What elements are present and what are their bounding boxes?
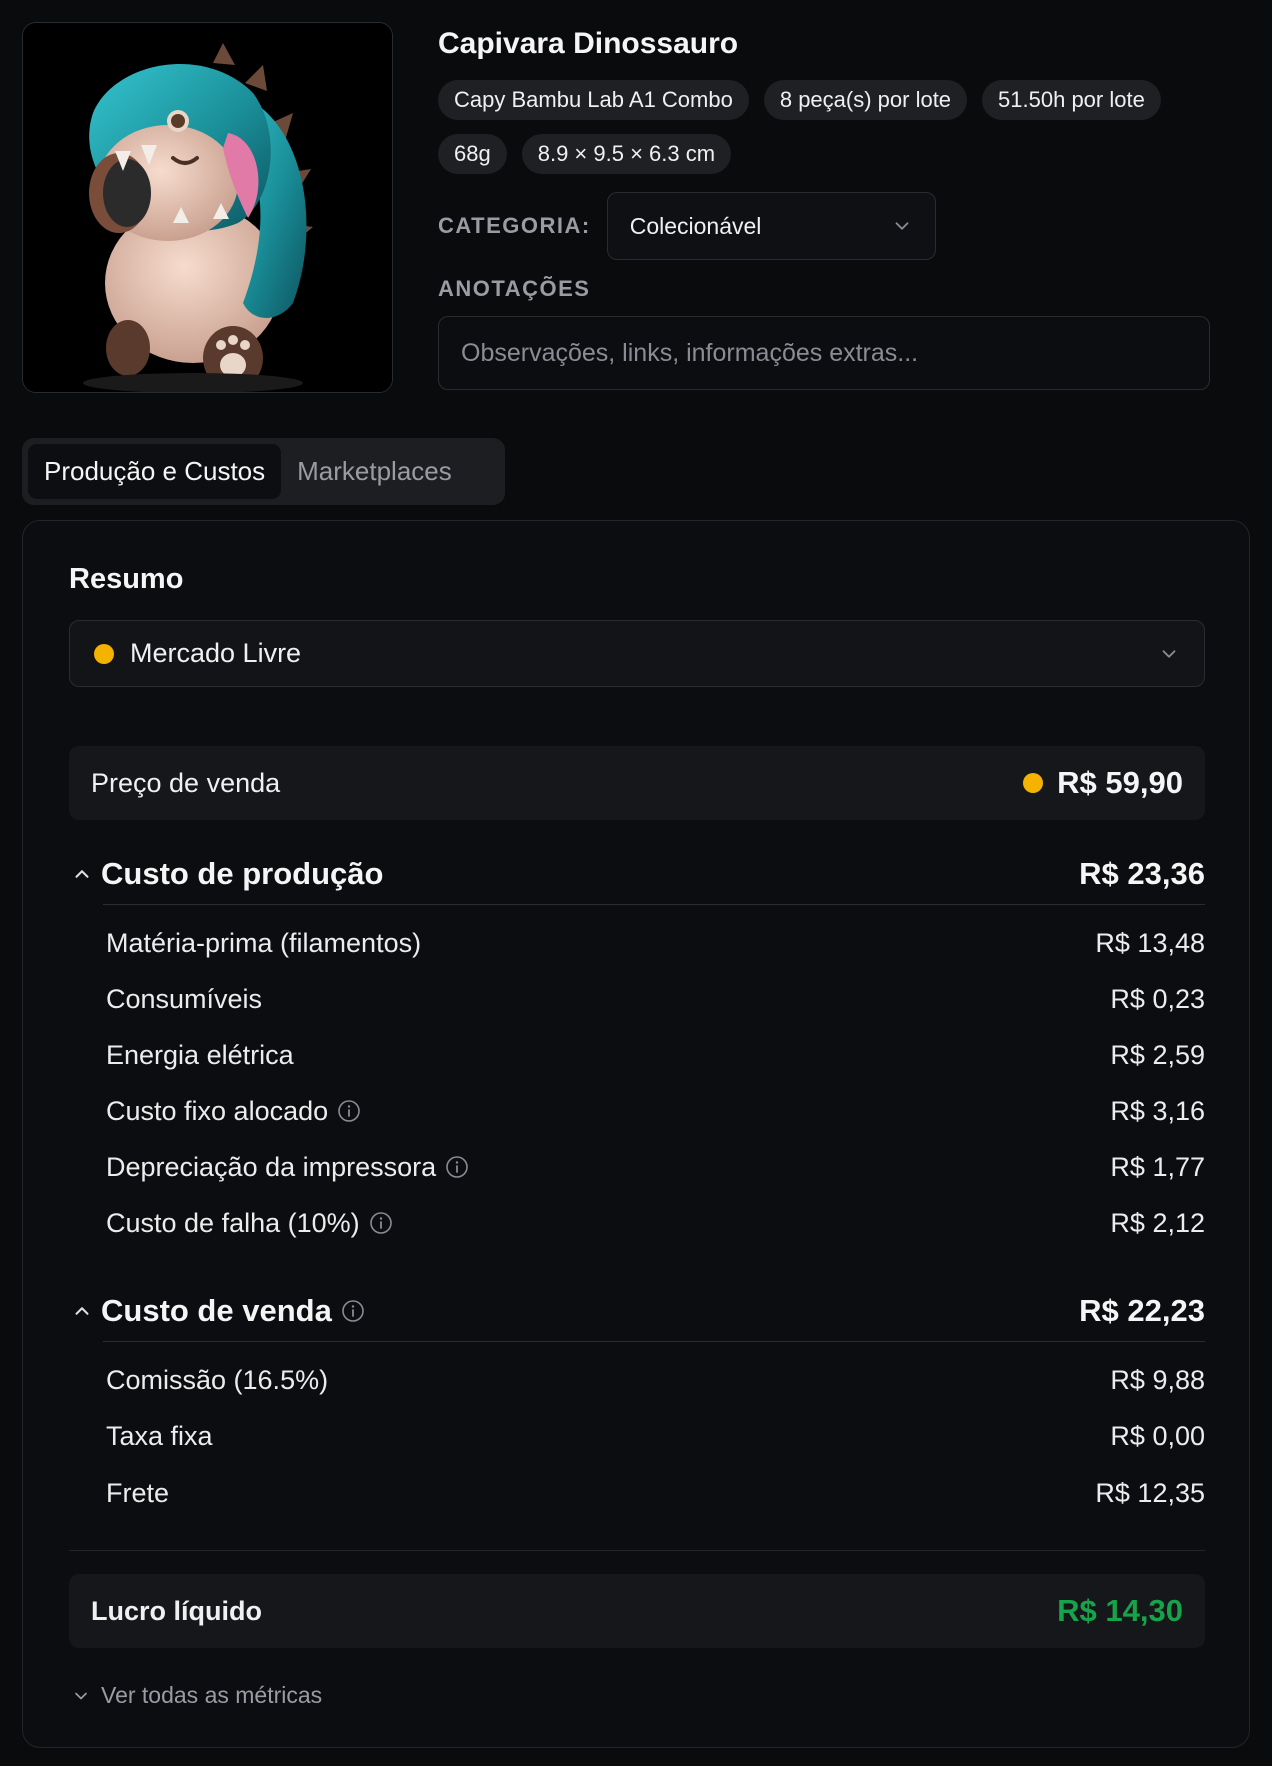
cost-row-shipping: Frete R$ 12,35 [106,1471,1205,1515]
info-icon[interactable] [369,1211,393,1235]
chevron-up-icon[interactable] [71,1300,93,1322]
net-profit-box: Lucro líquido R$ 14,30 [69,1574,1205,1648]
divider [69,1550,1205,1551]
tab-marketplaces[interactable]: Marketplaces [281,444,468,499]
cost-row-raw-material: Matéria-prima (filamentos) R$ 13,48 [106,921,1205,965]
pieces-per-batch-chip: 8 peça(s) por lote [763,80,968,120]
cost-row-label: Custo fixo alocado [106,1095,329,1126]
cost-row-consumables: Consumíveis R$ 0,23 [106,977,1205,1021]
cost-row-value: R$ 12,35 [1095,1477,1205,1508]
category-row: CATEGORIA: Colecionável [438,192,1210,260]
cost-row-commission: Comissão (16.5%) R$ 9,88 [106,1358,1205,1402]
cost-row-label: Matéria-prima (filamentos) [106,927,422,958]
cost-row-value: R$ 2,12 [1110,1207,1205,1238]
cost-row-label: Energia elétrica [106,1039,294,1070]
chevron-down-icon [895,222,909,230]
notes-input[interactable] [438,316,1210,390]
section-divider [103,1341,1205,1342]
summary-card: Resumo Mercado Livre Preço de venda R$ 5… [22,520,1250,1748]
view-all-metrics-label: Ver todas as métricas [101,1682,323,1708]
cost-row-fixed-fee: Taxa fixa R$ 0,00 [106,1414,1205,1458]
production-cost-total: R$ 23,36 [1079,856,1205,891]
net-profit-label: Lucro líquido [91,1595,262,1626]
product-title: Capivara Dinossauro [438,27,739,60]
info-icon[interactable] [337,1099,361,1123]
marketplace-color-dot [94,643,114,664]
tab-production-costs[interactable]: Produção e Custos [28,444,282,499]
product-info: Capivara Dinossauro Capy Bambu Lab A1 Co… [438,22,1210,390]
production-cost-header[interactable]: Custo de produção R$ 23,36 [69,851,1205,897]
tab-bar: Produção e Custos Marketplaces [22,438,505,505]
cost-row-failure: Custo de falha (10%) R$ 2,12 [106,1201,1205,1245]
notes-label: ANOTAÇÕES [438,276,591,301]
cost-row-value: R$ 1,77 [1110,1151,1205,1182]
cost-row-value: R$ 2,59 [1110,1039,1205,1070]
capybara-dino-figure [23,23,392,392]
chevron-down-icon [1162,649,1176,658]
sale-cost-total: R$ 22,23 [1079,1293,1205,1328]
chevron-up-icon[interactable] [71,863,93,885]
cost-row-label: Custo de falha (10%) [106,1207,360,1238]
sale-price-box: Preço de venda R$ 59,90 [69,746,1205,820]
sale-price-value: R$ 59,90 [1057,765,1183,800]
cost-row-depreciation: Depreciação da impressora R$ 1,77 [106,1145,1205,1189]
weight-chip: 68g [438,134,507,174]
category-select[interactable]: Colecionável [606,192,936,260]
cost-row-value: R$ 0,23 [1110,983,1205,1014]
cost-row-energy: Energia elétrica R$ 2,59 [106,1033,1205,1077]
net-profit-value: R$ 14,30 [1057,1593,1183,1628]
marketplace-value: Mercado Livre [130,638,302,668]
cost-row-label: Depreciação da impressora [106,1151,437,1182]
cost-row-label: Taxa fixa [106,1420,213,1451]
sale-price-label: Preço de venda [91,767,281,798]
dimensions-chip: 8.9 × 9.5 × 6.3 cm [521,134,732,174]
summary-title: Resumo [69,563,184,595]
cost-row-value: R$ 0,00 [1110,1420,1205,1451]
sale-cost-header[interactable]: Custo de venda R$ 22,23 [69,1288,1205,1334]
category-label: CATEGORIA: [438,213,591,238]
sale-cost-title: Custo de venda [101,1293,332,1328]
cost-row-value: R$ 13,48 [1095,927,1205,958]
hours-per-batch-chip: 51.50h por lote [982,80,1161,120]
product-image[interactable] [22,22,393,393]
cost-row-label: Comissão (16.5%) [106,1364,329,1395]
cost-row-label: Frete [106,1477,170,1508]
cost-row-value: R$ 9,88 [1110,1364,1205,1395]
cost-row-fixed-cost: Custo fixo alocado R$ 3,16 [106,1089,1205,1133]
info-icon[interactable] [341,1299,365,1323]
cost-row-label: Consumíveis [106,983,263,1014]
chevron-down-icon [75,1692,87,1699]
production-cost-title: Custo de produção [101,856,384,891]
view-all-metrics-link[interactable]: Ver todas as métricas [71,1682,322,1709]
cost-row-value: R$ 3,16 [1110,1095,1205,1126]
printer-chip: Capy Bambu Lab A1 Combo [438,80,749,120]
category-value: Colecionável [629,212,762,239]
section-divider [103,904,1205,905]
marketplace-color-dot [1023,773,1044,793]
info-icon[interactable] [445,1155,469,1179]
product-chips: Capy Bambu Lab A1 Combo 8 peça(s) por lo… [438,80,1218,174]
marketplace-select[interactable]: Mercado Livre [69,620,1205,687]
